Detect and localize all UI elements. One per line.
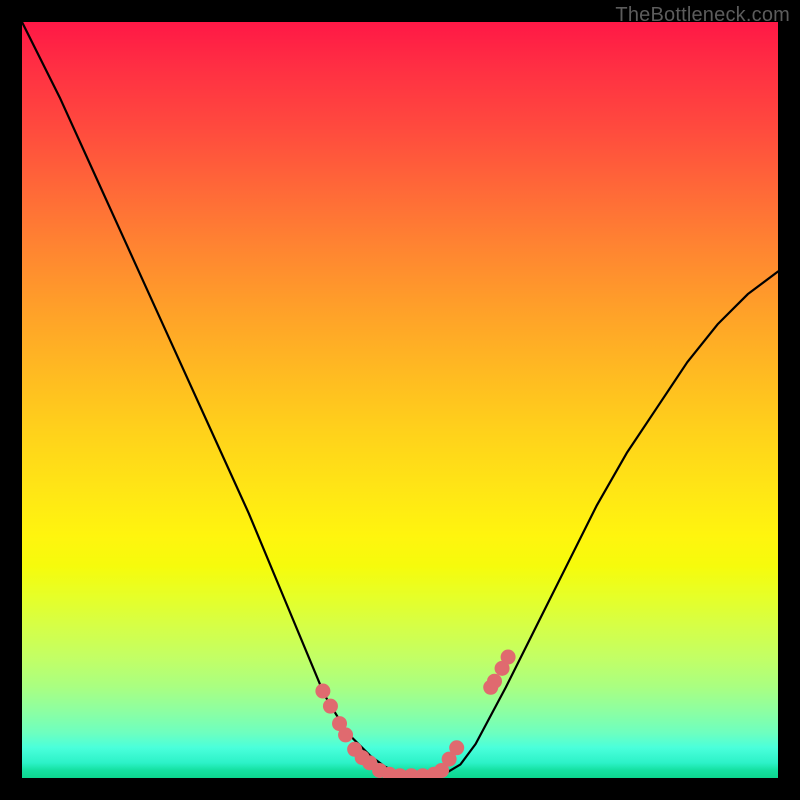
curve-line	[22, 22, 778, 776]
marker-dot	[323, 699, 338, 714]
watermark-label: TheBottleneck.com	[615, 4, 790, 27]
chart-container: TheBottleneck.com	[0, 0, 800, 800]
marker-dot	[487, 674, 502, 689]
chart-svg	[22, 22, 778, 778]
marker-dot	[501, 650, 516, 665]
marker-dot	[338, 727, 353, 742]
chart-plot-area	[22, 22, 778, 778]
curve-markers	[315, 650, 515, 778]
marker-dot	[315, 684, 330, 699]
marker-dot	[449, 740, 464, 755]
